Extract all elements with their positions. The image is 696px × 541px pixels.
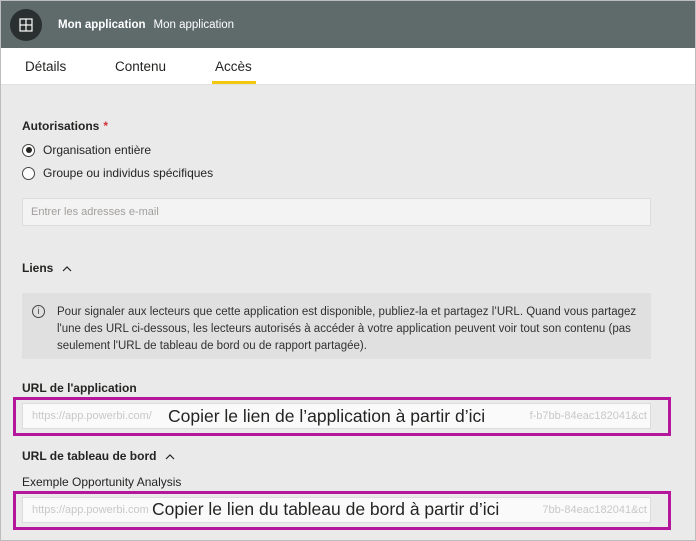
radio-entire-organization[interactable]: Organisation entière [22, 143, 151, 157]
active-tab-indicator [212, 81, 256, 84]
tab-bar: Détails Contenu Accès [1, 48, 695, 85]
app-url-start: https://app.powerbi.com/ [32, 410, 152, 422]
tab-access[interactable]: Accès [215, 59, 252, 74]
permissions-title: Autorisations [22, 119, 100, 133]
dashboard-url-toggle[interactable]: URL de tableau de bord [22, 449, 175, 463]
tab-details[interactable]: Détails [25, 59, 66, 74]
tab-content[interactable]: Contenu [115, 59, 166, 74]
chevron-up-icon [165, 454, 175, 460]
dashboard-url-start: https://app.powerbi.com/ [32, 504, 152, 516]
dashboard-name: Exemple Opportunity Analysis [22, 475, 182, 489]
dashboard-url-callout: Copier le lien du tableau de bord à part… [148, 499, 504, 520]
links-title: Liens [22, 261, 54, 275]
app-url-end: f-b7bb-84eac182041&ct [529, 410, 647, 422]
app-name: Mon application [58, 18, 146, 31]
radio-specific-groups[interactable]: Groupe ou individus spécifiques [22, 166, 213, 180]
chevron-up-icon [62, 266, 72, 272]
app-url-callout: Copier le lien de l’application à partir… [164, 406, 490, 427]
app-subtitle: Mon application [153, 18, 235, 31]
dashboard-url-title: URL de tableau de bord [22, 449, 157, 463]
required-marker: * [103, 119, 109, 133]
info-text: Pour signaler aux lecteurs que cette app… [57, 306, 637, 352]
app-header: Mon application Mon application [1, 1, 695, 48]
radio-button-selected[interactable] [22, 143, 35, 157]
links-toggle[interactable]: Liens [22, 261, 72, 275]
info-icon: i [32, 305, 45, 318]
radio-label: Groupe ou individus spécifiques [43, 166, 214, 180]
radio-label: Organisation entière [43, 143, 152, 157]
dashboard-url-end: 7bb-84eac182041&ct [542, 504, 647, 516]
radio-button[interactable] [22, 166, 35, 180]
info-message: i Pour signaler aux lecteurs que cette a… [22, 293, 651, 359]
email-field[interactable] [22, 198, 651, 226]
app-url-title: URL de l'application [22, 381, 137, 395]
permissions-heading: Autorisations * [22, 119, 108, 133]
app-grid-icon[interactable] [10, 8, 42, 41]
app-access-panel: Mon application Mon application Détails … [0, 0, 696, 541]
